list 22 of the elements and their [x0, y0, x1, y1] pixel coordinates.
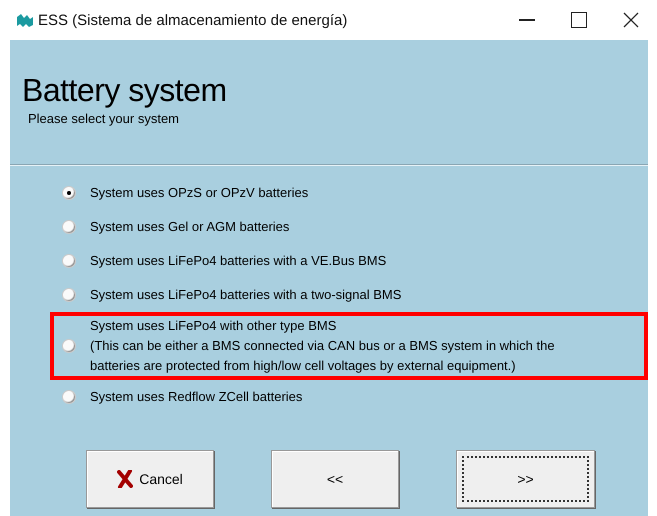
next-button[interactable]: >> [456, 450, 595, 508]
maximize-icon[interactable] [571, 12, 587, 28]
option-label[interactable]: System uses LiFePo4 with other type BMS (This can be either a BMS connected via CAN bus or a BMS system in which the batteries are protected from high/low cell voltages by external equipment.) [90, 316, 555, 376]
radio-button[interactable] [62, 339, 76, 353]
close-icon[interactable] [623, 12, 639, 28]
cancel-button[interactable]: Cancel [86, 450, 214, 508]
option-label[interactable]: System uses OPzS or OPzV batteries [90, 183, 308, 203]
option-label[interactable]: System uses Gel or AGM batteries [90, 217, 290, 237]
cross-icon [117, 470, 134, 488]
option-label[interactable]: System uses LiFePo4 batteries with a VE.Bus BMS [90, 251, 386, 271]
radio-button[interactable] [62, 220, 76, 234]
window-title: ESS (Sistema de almacenamiento de energía) [38, 12, 348, 28]
option-label[interactable]: System uses LiFePo4 batteries with a two-signal BMS [90, 285, 402, 305]
radio-button[interactable] [62, 390, 76, 404]
page-heading: Battery system [22, 72, 228, 109]
option-label[interactable]: System uses Redflow ZCell batteries [90, 387, 302, 407]
back-button[interactable]: << [271, 450, 399, 508]
radio-button[interactable] [62, 186, 76, 200]
radio-button[interactable] [62, 254, 76, 268]
app-icon [16, 13, 34, 27]
page-subtitle: Please select your system [28, 111, 180, 126]
radio-button[interactable] [62, 288, 76, 302]
